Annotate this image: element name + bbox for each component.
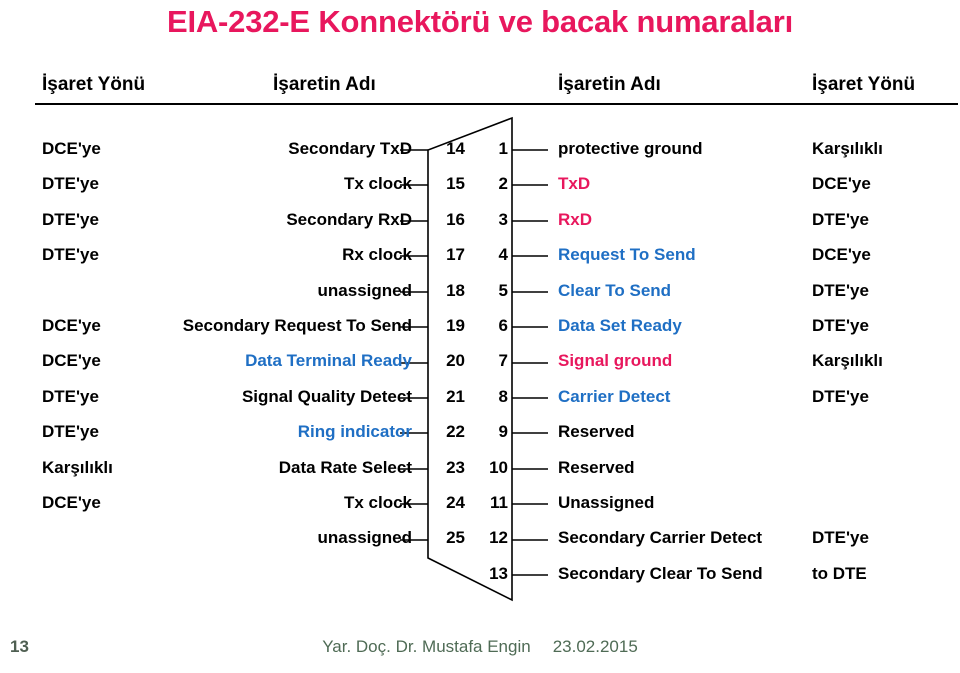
right-signal-name: Carrier Detect [558, 386, 671, 406]
page-title: EIA-232-E Konnektörü ve bacak numaraları [166, 4, 793, 39]
table-row: DCE'ye Secondary Request To Send 19 6 Da… [0, 314, 960, 349]
right-pin-number: 9 [498, 422, 508, 442]
right-pin-number: 1 [498, 139, 508, 158]
left-pin-number: 17 [446, 245, 465, 265]
footer-date: 23.02.2015 [552, 637, 638, 656]
left-pin-number: 21 [446, 386, 465, 406]
left-pin-number: 19 [446, 315, 465, 335]
left-pin-number: 24 [446, 492, 465, 512]
left-signal-name: Data Rate Select [278, 457, 412, 477]
right-direction: DCE'ye [812, 245, 871, 265]
right-pin-number: 7 [498, 351, 508, 371]
left-pin-number: 25 [446, 528, 465, 548]
table-row: DTE'ye Ring indicator 22 9 Reserved [0, 420, 960, 455]
right-pin-number: 4 [498, 245, 508, 265]
column-header-left-direction: İşaret Yönü [42, 74, 146, 95]
table-row: DTE'ye Signal Quality Detect 21 8 Carrie… [0, 385, 960, 420]
right-signal-name: protective ground [558, 139, 703, 158]
left-signal-name: Data Terminal Ready [245, 351, 412, 371]
table-row: Karşılıklı Data Rate Select 23 10 Reserv… [0, 456, 960, 491]
footer-author: Yar. Doç. Dr. Mustafa Engin [322, 637, 531, 656]
left-signal-name: Secondary RxD [286, 209, 412, 229]
right-signal-name: Reserved [558, 457, 635, 477]
right-direction: to DTE [812, 563, 867, 583]
right-pin-number: 3 [498, 209, 508, 229]
right-direction: DCE'ye [812, 174, 871, 194]
right-signal-name: Secondary Clear To Send [558, 563, 763, 583]
right-pin-number: 10 [489, 457, 508, 477]
left-pin-number: 16 [446, 209, 465, 229]
right-direction: DTE'ye [812, 315, 869, 335]
left-signal-name: Signal Quality Detect [241, 386, 412, 406]
left-signal-name: unassigned [317, 528, 412, 548]
left-pin-number: 23 [446, 457, 465, 477]
left-pin-number: 22 [446, 422, 465, 442]
right-pin-number: 8 [498, 386, 508, 406]
left-pin-number: 18 [446, 280, 465, 300]
right-direction: DTE'ye [812, 280, 869, 300]
left-pin-number: 20 [446, 351, 465, 371]
column-header-left-signal-name: İşaretin Adı [273, 74, 376, 95]
table-row: 13 Secondary Clear To Send to DTE [0, 562, 960, 597]
right-direction: Karşılıklı [812, 351, 883, 371]
right-signal-name: Unassigned [558, 492, 655, 512]
table-row: DTE'ye Secondary RxD 16 3 RxD DTE'ye [0, 208, 960, 243]
left-pin-number: 15 [446, 174, 465, 194]
column-header-right-direction: İşaret Yönü [812, 74, 916, 95]
right-signal-name: Signal ground [558, 351, 673, 371]
right-signal-name: TxD [558, 174, 591, 194]
right-pin-number: 11 [490, 492, 508, 512]
left-signal-name: Secondary Request To Send [182, 315, 412, 335]
right-signal-name: Data Set Ready [558, 315, 682, 335]
left-signal-name: Ring indicator [297, 422, 412, 442]
right-signal-name: Request To Send [558, 245, 696, 265]
right-signal-name: RxD [558, 209, 593, 229]
table-row: unassigned 18 5 Clear To Send DTE'ye [0, 279, 960, 314]
table-row: DTE'ye Tx clock 15 2 TxD DCE'ye [0, 172, 960, 207]
column-header-right-signal-name: İşaretin Adı [558, 74, 661, 95]
right-pin-number: 6 [498, 315, 508, 335]
left-signal-name: Tx clock [343, 174, 412, 194]
table-row: DTE'ye Rx clock 17 4 Request To Send DCE… [0, 243, 960, 278]
right-direction: DTE'ye [812, 209, 869, 229]
table-row: DCE'ye Secondary TxD 14 1 protective gro… [0, 137, 960, 172]
right-pin-number: 5 [498, 280, 508, 300]
left-signal-name: Secondary TxD [288, 139, 412, 158]
right-pin-number: 2 [498, 174, 508, 194]
right-pin-number: 12 [489, 528, 508, 548]
right-direction: DTE'ye [812, 386, 869, 406]
left-signal-name: Rx clock [342, 245, 412, 265]
right-signal-name: Reserved [558, 422, 635, 442]
right-direction: DTE'ye [812, 528, 869, 548]
right-pin-number: 13 [489, 563, 508, 583]
right-direction: Karşılıklı [812, 139, 883, 158]
table-row: DCE'ye Tx clock 24 11 Unassigned [0, 491, 960, 526]
table-row: unassigned 25 12 Secondary Carrier Detec… [0, 526, 960, 561]
pin-assignment-table: DCE'ye Secondary TxD 14 1 protective gro… [0, 137, 960, 597]
right-signal-name: Secondary Carrier Detect [558, 528, 763, 548]
left-pin-number: 14 [446, 139, 465, 158]
footer-credit: Yar. Doç. Dr. Mustafa Engin 23.02.2015 [0, 637, 960, 657]
right-signal-name: Clear To Send [558, 280, 672, 300]
left-signal-name: unassigned [317, 280, 412, 300]
table-row: DCE'ye Data Terminal Ready 20 7 Signal g… [0, 349, 960, 384]
left-signal-name: Tx clock [343, 492, 412, 512]
